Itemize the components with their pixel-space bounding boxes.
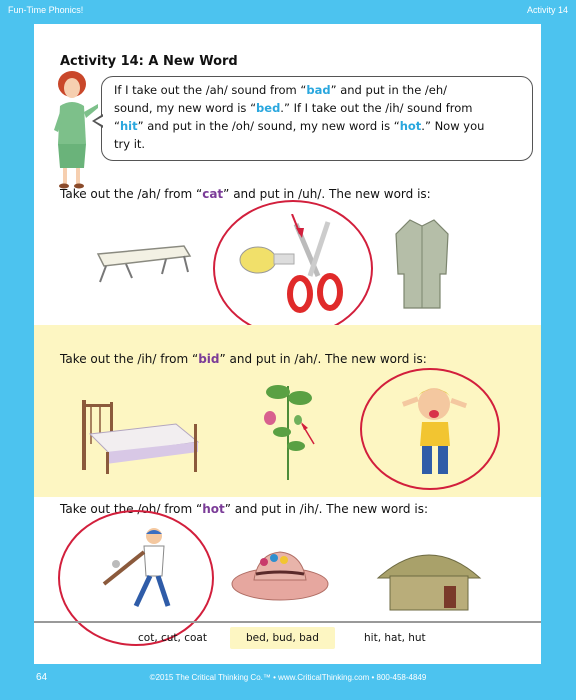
cot-picture[interactable]	[86, 234, 196, 294]
instructions-text: If I take out the /ah/ sound from “bad” …	[114, 83, 485, 151]
bed-picture[interactable]	[76, 394, 204, 476]
scissors-tape-picture[interactable]	[236, 214, 356, 324]
worksheet: Activity 14: A New Word If I take out th…	[34, 24, 541, 664]
hut-picture[interactable]	[374, 538, 484, 614]
teacher-illustration	[54, 71, 98, 189]
answer-divider	[34, 621, 541, 623]
bad-boy-picture[interactable]	[394, 380, 478, 480]
bud-flower-picture[interactable]	[258, 372, 318, 482]
answer-choices-3: hit, hat, hut	[364, 632, 426, 644]
question-2-word: bid	[198, 352, 220, 366]
copyright: ©2015 The Critical Thinking Co.™ • www.C…	[149, 673, 427, 682]
question-3-word: hot	[202, 502, 225, 516]
page-title: Activity 14: A New Word	[60, 54, 238, 69]
batter-hit-picture[interactable]	[98, 526, 188, 616]
question-1-word: cat	[202, 187, 224, 201]
example-word-bed: bed	[256, 101, 281, 115]
hat-picture[interactable]	[230, 544, 330, 604]
question-2: Take out the /ih/ from “bid” and put in …	[60, 352, 427, 366]
answer-choices-1: cot, cut, coat	[138, 632, 207, 644]
book-title: Fun-Time Phonics!	[8, 5, 84, 15]
example-word-hit: hit	[119, 119, 138, 133]
coat-picture[interactable]	[392, 214, 452, 314]
example-word-bad: bad	[306, 83, 331, 97]
answer-choices-2: bed, bud, bad	[246, 632, 319, 644]
top-bar: Fun-Time Phonics! Activity 14	[0, 0, 576, 22]
question-1: Take out the /ah/ from “cat” and put in …	[60, 187, 431, 201]
activity-label: Activity 14	[526, 5, 568, 15]
example-word-hot: hot	[399, 119, 422, 133]
footer: 64 ©2015 The Critical Thinking Co.™ • ww…	[0, 670, 576, 700]
